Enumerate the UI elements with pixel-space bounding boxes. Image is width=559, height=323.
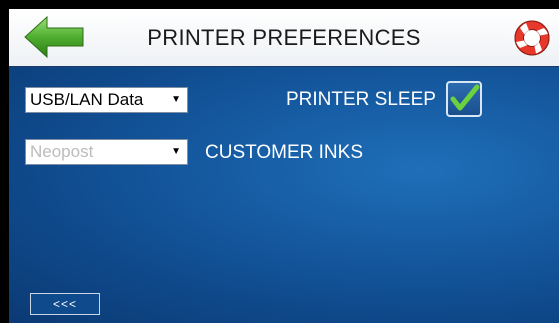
page-title: PRINTER PREFERENCES	[147, 25, 421, 50]
back-arrow-icon[interactable]	[23, 15, 85, 59]
printer-sleep-checkbox[interactable]	[446, 81, 482, 117]
data-source-value: USB/LAN Data	[30, 90, 144, 109]
data-source-dropdown[interactable]: USB/LAN Data ▼	[25, 87, 188, 113]
back-button[interactable]: <<<	[30, 293, 100, 315]
ink-type-value: Neopost	[30, 142, 94, 161]
checkmark-icon	[450, 84, 480, 111]
life-ring-icon[interactable]	[513, 19, 551, 57]
header-bar: PRINTER PREFERENCES	[9, 9, 559, 68]
customer-inks-label: CUSTOMER INKS	[205, 142, 364, 163]
printer-preferences-screen: PRINTER PREFERENCES USB/LAN Data ▼ PRINT…	[0, 0, 559, 323]
ink-type-dropdown[interactable]: Neopost ▼	[25, 139, 188, 165]
chevron-down-icon: ▼	[171, 146, 181, 157]
printer-sleep-label: PRINTER SLEEP	[286, 89, 436, 110]
chevron-down-icon: ▼	[171, 94, 181, 105]
settings-panel: USB/LAN Data ▼ PRINTER SLEEP Neopost ▼ C…	[9, 67, 559, 323]
